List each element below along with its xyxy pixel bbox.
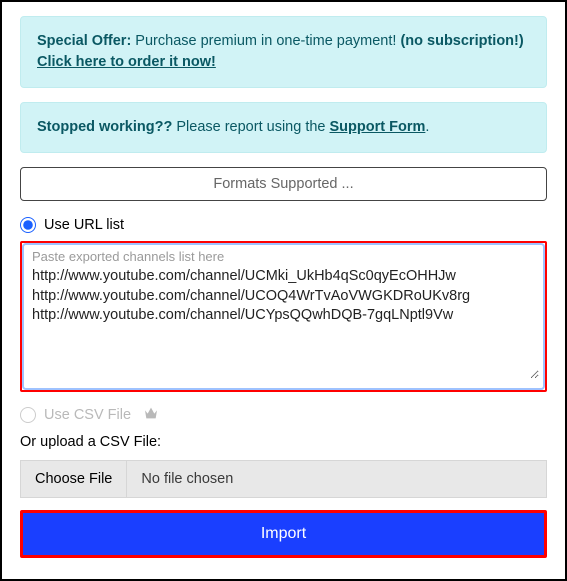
stopped-bold: Stopped working?? xyxy=(37,119,172,135)
url-textarea-border: Paste exported channels list here xyxy=(22,243,545,390)
special-offer-text: Purchase premium in one-time payment! xyxy=(131,33,400,49)
formats-supported-button[interactable]: Formats Supported ... xyxy=(20,167,547,201)
use-csv-file-radio xyxy=(20,407,36,423)
crown-icon xyxy=(143,406,159,424)
use-url-list-radio-row[interactable]: Use URL list xyxy=(20,217,547,233)
upload-csv-label: Or upload a CSV File: xyxy=(20,434,547,450)
stopped-working-banner: Stopped working?? Please report using th… xyxy=(20,102,547,153)
use-url-list-label: Use URL list xyxy=(44,217,124,233)
special-offer-banner: Special Offer: Purchase premium in one-t… xyxy=(20,16,547,88)
import-button[interactable]: Import xyxy=(23,513,544,555)
file-upload-row: Choose File No file chosen xyxy=(20,460,547,498)
choose-file-button[interactable]: Choose File xyxy=(21,461,127,497)
url-list-textarea[interactable] xyxy=(28,249,539,379)
file-chosen-status: No file chosen xyxy=(127,461,546,497)
url-textarea-highlight: Paste exported channels list here xyxy=(20,241,547,392)
stopped-text: Please report using the xyxy=(172,119,329,135)
stopped-period: . xyxy=(425,119,429,135)
special-offer-bold: Special Offer: xyxy=(37,33,131,49)
special-offer-paren: (no subscription!) xyxy=(400,33,523,49)
support-form-link[interactable]: Support Form xyxy=(330,119,426,135)
use-csv-file-radio-row: Use CSV File xyxy=(20,406,547,424)
import-button-highlight: Import xyxy=(20,510,547,558)
use-csv-file-label: Use CSV File xyxy=(44,407,131,423)
use-url-list-radio[interactable] xyxy=(20,217,36,233)
special-offer-link[interactable]: Click here to order it now! xyxy=(37,54,216,70)
